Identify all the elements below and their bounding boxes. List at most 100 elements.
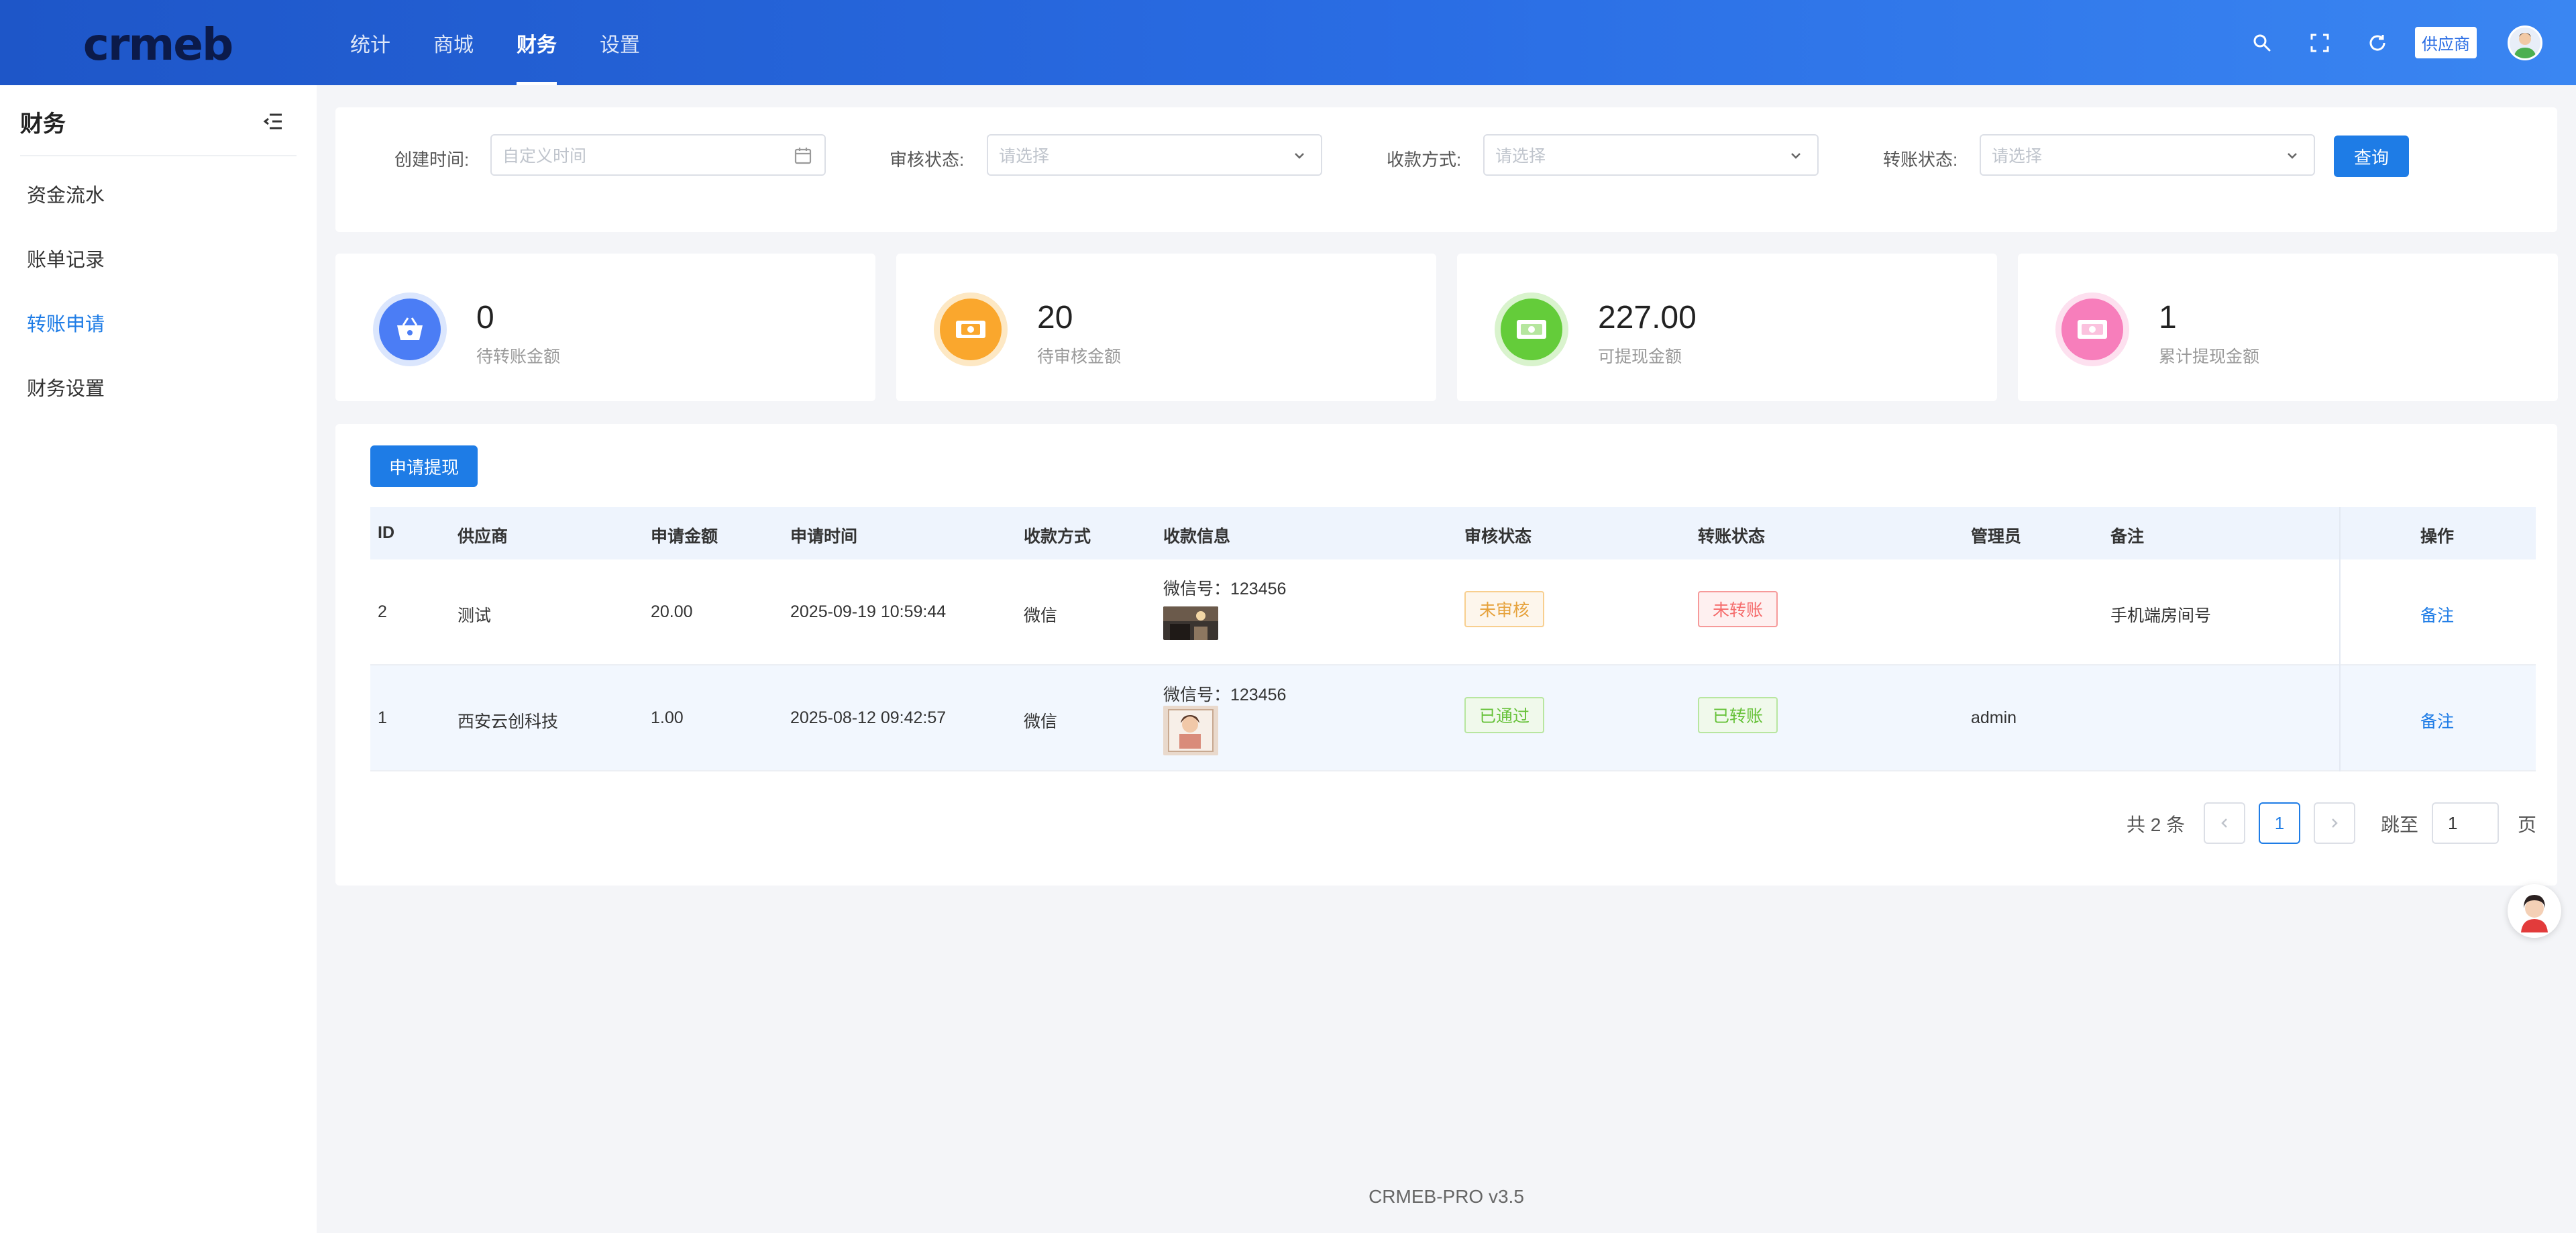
header-tools: 供应商 xyxy=(2249,0,2542,85)
sidebar-title: 财务 xyxy=(20,111,66,137)
cell-amount: 20.00 xyxy=(651,602,693,621)
col-transfer-status: 转账状态 xyxy=(1698,527,1766,546)
pay-method-label: 收款方式: xyxy=(1387,150,1462,170)
pay-qr-thumbnail[interactable] xyxy=(1163,606,1218,640)
pay-qr-thumbnail[interactable] xyxy=(1163,706,1218,755)
cell-remark: 手机端房间号 xyxy=(2110,606,2212,625)
page-suffix: 页 xyxy=(2518,814,2537,835)
fullscreen-icon[interactable] xyxy=(2306,30,2333,56)
cell-method: 微信 xyxy=(1024,712,1058,731)
apply-withdraw-button[interactable]: 申请提现 xyxy=(370,445,478,487)
sidebar-item-bill-records[interactable]: 账单记录 xyxy=(27,244,105,272)
tab-settings[interactable]: 设置 xyxy=(578,0,661,85)
cell-method: 微信 xyxy=(1024,606,1058,625)
cell-admin: admin xyxy=(1971,708,2017,727)
stat-label: 待审核金额 xyxy=(1037,347,1122,366)
transfer-status-label: 转账状态: xyxy=(1883,150,1958,170)
stat-card-withdrawable: 227.00 可提现金额 xyxy=(1457,254,1997,401)
transfer-status-placeholder: 请选择 xyxy=(1992,147,2043,166)
jump-label: 跳至 xyxy=(2381,814,2419,835)
logo-text: crmeb xyxy=(83,18,233,70)
sidebar-item-transfer-apply[interactable]: 转账申请 xyxy=(27,309,105,337)
search-icon[interactable] xyxy=(2249,30,2275,56)
sidebar-divider xyxy=(20,155,297,156)
audit-status-badge: 未审核 xyxy=(1464,591,1545,627)
cell-supplier: 测试 xyxy=(458,606,492,625)
basket-icon xyxy=(379,299,441,360)
top-nav: 统计 商城 财务 设置 xyxy=(329,0,661,85)
jump-page-input[interactable]: 1 xyxy=(2432,802,2499,844)
wallet-icon xyxy=(1501,299,1562,360)
transfer-status-select[interactable]: 请选择 xyxy=(1980,134,2315,176)
stat-icon-ring xyxy=(373,292,447,366)
stat-label: 累计提现金额 xyxy=(2159,347,2260,366)
supplier-badge[interactable]: 供应商 xyxy=(2415,27,2477,58)
col-admin: 管理员 xyxy=(1971,527,2022,546)
create-time-label: 创建时间: xyxy=(394,150,470,170)
create-time-picker[interactable]: 自定义时间 xyxy=(490,134,826,176)
chevron-down-icon xyxy=(1290,146,1309,165)
stat-value: 0 xyxy=(476,300,494,335)
create-time-placeholder: 自定义时间 xyxy=(502,147,587,166)
tab-label: 财务 xyxy=(517,34,557,56)
tab-finance[interactable]: 财务 xyxy=(495,0,578,85)
refresh-icon[interactable] xyxy=(2364,30,2391,56)
col-remark: 备注 xyxy=(2110,527,2145,546)
query-button[interactable]: 查询 xyxy=(2334,136,2409,177)
avatar[interactable] xyxy=(2508,25,2542,60)
money-icon xyxy=(2061,299,2123,360)
cell-id: 1 xyxy=(378,708,387,727)
tab-label: 统计 xyxy=(350,34,390,56)
col-method: 收款方式 xyxy=(1024,527,1091,546)
stat-icon-ring xyxy=(2055,292,2129,366)
remark-link[interactable]: 备注 xyxy=(2420,708,2454,733)
stat-card-total-withdrawn: 1 累计提现金额 xyxy=(2018,254,2558,401)
pagination-total: 共 2 条 xyxy=(2127,814,2186,835)
logo[interactable]: crmeb xyxy=(83,19,233,70)
col-operation: 操作 xyxy=(2420,527,2455,546)
transfer-status-badge: 已转账 xyxy=(1698,697,1778,733)
stat-card-pending-transfer: 0 待转账金额 xyxy=(335,254,875,401)
pay-method-select[interactable]: 请选择 xyxy=(1483,134,1819,176)
stat-value: 1 xyxy=(2159,300,2177,335)
fixed-column-divider xyxy=(2339,507,2341,771)
col-id: ID xyxy=(378,523,394,542)
stat-label: 可提现金额 xyxy=(1598,347,1682,366)
cell-time: 2025-09-19 10:59:44 xyxy=(790,602,947,621)
pay-method-placeholder: 请选择 xyxy=(1495,147,1546,166)
cell-pay-info: 微信号：123456 xyxy=(1163,580,1287,598)
chevron-down-icon xyxy=(1786,146,1805,165)
stat-label: 待转账金额 xyxy=(476,347,561,366)
col-audit-status: 审核状态 xyxy=(1464,527,1532,546)
sidebar-item-finance-settings[interactable]: 财务设置 xyxy=(27,373,105,401)
chevron-down-icon xyxy=(2283,146,2302,165)
tab-stats[interactable]: 统计 xyxy=(329,0,412,85)
col-amount: 申请金额 xyxy=(651,527,718,546)
stat-card-pending-audit: 20 待审核金额 xyxy=(896,254,1436,401)
menu-collapse-icon[interactable] xyxy=(263,112,286,132)
transfer-status-badge: 未转账 xyxy=(1698,591,1778,627)
table-row xyxy=(370,665,2536,771)
sidebar: 财务 资金流水 账单记录 转账申请 财务设置 xyxy=(0,85,317,1233)
footer-version: CRMEB-PRO v3.5 xyxy=(1368,1186,1524,1207)
prev-page-button[interactable] xyxy=(2204,802,2245,844)
stat-icon-ring xyxy=(1495,292,1568,366)
col-pay-info: 收款信息 xyxy=(1163,527,1231,546)
stat-value: 227.00 xyxy=(1598,300,1697,335)
col-supplier: 供应商 xyxy=(458,527,508,546)
cell-supplier: 西安云创科技 xyxy=(458,712,559,731)
chevron-left-icon xyxy=(2221,818,2227,828)
audit-status-label: 审核状态: xyxy=(890,150,965,170)
tab-mall[interactable]: 商城 xyxy=(412,0,495,85)
audit-status-select[interactable]: 请选择 xyxy=(987,134,1322,176)
col-time: 申请时间 xyxy=(790,527,858,546)
remark-link[interactable]: 备注 xyxy=(2420,602,2454,627)
customer-service-avatar[interactable] xyxy=(2508,884,2561,938)
page-number-button[interactable]: 1 xyxy=(2259,802,2300,844)
next-page-button[interactable] xyxy=(2314,802,2355,844)
sidebar-item-fund-flow[interactable]: 资金流水 xyxy=(27,180,105,208)
calendar-icon xyxy=(794,146,812,165)
top-header: crmeb 统计 商城 财务 设置 供应商 xyxy=(0,0,2576,85)
stat-icon-ring xyxy=(934,292,1008,366)
cell-amount: 1.00 xyxy=(651,708,684,727)
